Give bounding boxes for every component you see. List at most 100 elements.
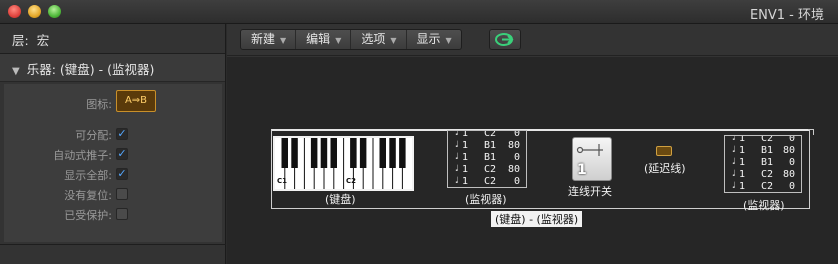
show-all-checkbox[interactable]: ✓ <box>116 168 128 180</box>
inspector-divider <box>0 244 226 245</box>
switch-lines-icon <box>576 144 603 156</box>
channel-value: 1 <box>462 140 469 151</box>
icon-property-row: 图标: A⇒B <box>4 88 222 114</box>
environment-canvas[interactable]: C1 C2 (键盘) ♩ 1 C2 0 ♩ 1 B1 80 ♩ 1 B1 0 ♩ 1 C2 80 ♩ 1 C… <box>227 57 838 264</box>
window-title: ENV1 - 环境 <box>749 8 824 23</box>
frame-corner-icon <box>808 129 814 135</box>
note-value: C2 <box>761 169 774 180</box>
note-value: C2 <box>484 130 497 139</box>
auto-fader-checkbox[interactable]: ✓ <box>116 148 128 160</box>
icon-picker-button[interactable]: A⇒B <box>116 90 156 112</box>
cable-switch-object[interactable]: 1 <box>572 137 612 181</box>
options-menu-button[interactable]: 选项 ▼ <box>351 30 407 49</box>
note-value: B1 <box>484 140 497 151</box>
velocity-value: 80 <box>782 145 795 156</box>
close-window-button[interactable] <box>8 5 21 18</box>
minimize-window-button[interactable] <box>28 5 41 18</box>
property-label: 可分配: <box>75 129 112 142</box>
key-label-c2: C2 <box>346 177 357 185</box>
no-reset-checkbox[interactable] <box>116 188 128 200</box>
note-value: B1 <box>484 152 497 163</box>
monitor-line: ♩ 1 C2 0 <box>448 176 526 187</box>
instrument-header[interactable]: ▼ 乐器: (键盘) - (监视器) <box>0 54 225 82</box>
monitor-line: ♩ 1 C2 0 <box>725 135 801 144</box>
velocity-value: 0 <box>513 152 520 163</box>
property-row-protected: 已受保护: <box>4 204 222 224</box>
layer-value[interactable]: 宏 <box>37 33 50 48</box>
note-value: B1 <box>761 145 774 156</box>
new-menu-button[interactable]: 新建 ▼ <box>241 30 297 49</box>
monitor-1-label: (监视器) <box>465 193 507 206</box>
monitor-line: ♩ 1 B1 0 <box>448 152 526 163</box>
inspector-panel: 层: 宏 ▼ 乐器: (键盘) - (监视器) 图标: A⇒B 可分配: ✓ 自… <box>0 24 226 264</box>
channel-value: 1 <box>739 145 746 156</box>
channel-value: 1 <box>739 157 746 168</box>
edit-menu-button[interactable]: 编辑 ▼ <box>296 30 352 49</box>
chevron-down-icon: ▼ <box>335 36 342 45</box>
keyboard-label: (键盘) <box>325 193 356 206</box>
macro-group-label[interactable]: (键盘) - (监视器) <box>491 211 583 227</box>
monitor-line: ♩ 1 B1 80 <box>448 140 526 151</box>
link-arrow-icon <box>495 33 514 46</box>
property-label: 没有复位: <box>64 189 112 202</box>
monitor-line: ♩ 1 C2 0 <box>725 181 801 192</box>
channel-value: 1 <box>462 152 469 163</box>
menu-label: 显示 <box>416 32 441 46</box>
disclosure-triangle-icon[interactable]: ▼ <box>12 66 20 77</box>
menu-label: 新建 <box>251 32 276 46</box>
protected-checkbox[interactable] <box>116 208 128 220</box>
note-value: C2 <box>484 164 497 175</box>
note-icon: ♩ <box>731 181 737 191</box>
velocity-value: 0 <box>788 181 795 192</box>
keyboard-object[interactable]: C1 C2 <box>273 136 414 191</box>
menu-label: 编辑 <box>306 32 331 46</box>
icon-label: 图标: <box>86 98 112 111</box>
note-icon: ♩ <box>454 152 460 162</box>
property-label: 显示全部: <box>64 169 112 182</box>
note-icon: ♩ <box>454 176 460 186</box>
monitor-line: ♩ 1 B1 0 <box>725 157 801 168</box>
layer-row[interactable]: 层: 宏 <box>0 24 225 54</box>
note-value: C2 <box>761 135 774 144</box>
title-bar: ENV1 - 环境 <box>0 0 838 24</box>
chevron-down-icon: ▼ <box>280 36 287 45</box>
velocity-value: 80 <box>782 169 795 180</box>
delay-line-icon[interactable] <box>656 146 672 156</box>
environment-main: 新建 ▼ 编辑 ▼ 选项 ▼ 显示 ▼ C1 C2 (键盘) ♩ 1 C2 0 … <box>227 24 838 264</box>
note-icon: ♩ <box>454 164 460 174</box>
channel-value: 1 <box>462 130 469 139</box>
zoom-window-button[interactable] <box>48 5 61 18</box>
channel-value: 1 <box>739 135 746 144</box>
monitor-object-1[interactable]: ♩ 1 C2 0 ♩ 1 B1 80 ♩ 1 B1 0 ♩ 1 C2 80 ♩ 1 C2 0 <box>447 130 527 188</box>
assignable-checkbox[interactable]: ✓ <box>116 128 128 140</box>
property-row-assignable: 可分配: ✓ <box>4 124 222 144</box>
chevron-down-icon: ▼ <box>445 36 452 45</box>
view-menu-button[interactable]: 显示 ▼ <box>407 30 461 49</box>
key-label-c1: C1 <box>277 177 288 185</box>
monitor-line: ♩ 1 C2 0 <box>448 130 526 139</box>
monitor-line: ♩ 1 C2 80 <box>725 169 801 180</box>
monitor-object-2[interactable]: ♩ 1 C2 0 ♩ 1 B1 80 ♩ 1 B1 0 ♩ 1 C2 80 ♩ 1 C2 0 <box>724 135 802 193</box>
note-value: C2 <box>484 176 497 187</box>
note-value: B1 <box>761 157 774 168</box>
velocity-value: 0 <box>513 130 520 139</box>
note-icon: ♩ <box>454 130 460 138</box>
note-value: C2 <box>761 181 774 192</box>
note-icon: ♩ <box>731 135 737 143</box>
channel-value: 1 <box>462 164 469 175</box>
menu-label: 选项 <box>361 32 386 46</box>
link-button[interactable] <box>489 29 521 50</box>
property-label: 自动式推子: <box>53 149 112 162</box>
layer-label: 层: <box>12 33 29 48</box>
velocity-value: 0 <box>788 135 795 144</box>
velocity-value: 0 <box>788 157 795 168</box>
switch-value: 1 <box>577 162 587 178</box>
note-icon: ♩ <box>731 169 737 179</box>
velocity-value: 0 <box>513 176 520 187</box>
piano-keys-icon <box>275 138 412 189</box>
channel-value: 1 <box>462 176 469 187</box>
monitor-line: ♩ 1 B1 80 <box>725 145 801 156</box>
property-row-no-reset: 没有复位: <box>4 184 222 204</box>
monitor-line: ♩ 1 C2 80 <box>448 164 526 175</box>
toolbar: 新建 ▼ 编辑 ▼ 选项 ▼ 显示 ▼ <box>227 24 838 56</box>
